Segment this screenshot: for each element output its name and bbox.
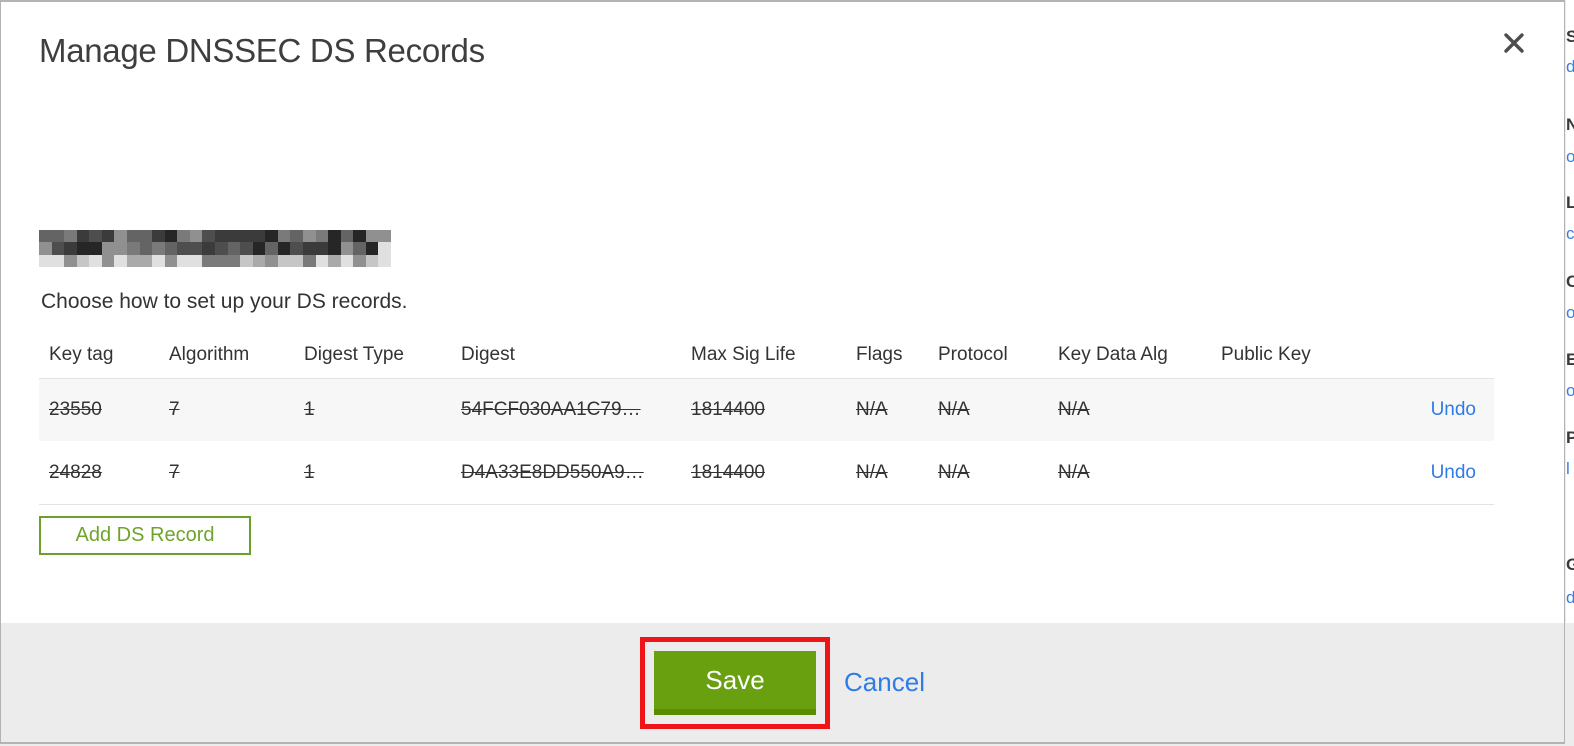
save-button[interactable]: Save [654, 650, 817, 715]
close-icon [1504, 33, 1524, 53]
cell-max-sig-life: 1814400 [691, 399, 765, 420]
cell-digest-type: 1 [304, 399, 315, 420]
col-header-key-tag: Key tag [49, 344, 114, 365]
dialog-footer: Save Cancel [1, 623, 1564, 742]
cell-key-data-alg: N/A [1058, 399, 1090, 420]
col-header-digest: Digest [461, 344, 515, 365]
table-row: 24828 7 1 D4A33E8DD550A9… 1814400 N/A N/… [39, 441, 1494, 505]
cell-algorithm: 7 [169, 461, 180, 483]
col-header-protocol: Protocol [938, 344, 1008, 365]
cell-protocol: N/A [938, 461, 970, 483]
cancel-link[interactable]: Cancel [844, 667, 925, 698]
close-button[interactable] [1497, 26, 1531, 60]
cell-key-tag: 23550 [49, 399, 102, 420]
col-header-digest-type: Digest Type [304, 344, 404, 365]
cell-max-sig-life: 1814400 [691, 461, 765, 483]
redacted-domain [39, 230, 391, 267]
manage-dnssec-dialog: Manage DNSSEC DS Records Choose how to s… [0, 0, 1565, 744]
cell-digest: 54FCF030AA1C79… [461, 399, 641, 420]
cell-flags: N/A [856, 399, 888, 420]
table-header-row: Key tag Algorithm Digest Type Digest Max… [39, 332, 1494, 379]
col-header-algorithm: Algorithm [169, 344, 250, 365]
dialog-subtitle: Choose how to set up your DS records. [41, 290, 408, 313]
undo-link[interactable]: Undo [1431, 462, 1476, 483]
cell-key-tag: 24828 [49, 461, 102, 483]
annotation-highlight-box: Save [640, 636, 831, 729]
add-ds-record-button[interactable]: Add DS Record [39, 516, 251, 555]
cell-protocol: N/A [938, 399, 970, 420]
col-header-public-key: Public Key [1221, 344, 1311, 365]
col-header-flags: Flags [856, 344, 903, 365]
cell-algorithm: 7 [169, 399, 180, 420]
cell-digest-type: 1 [304, 461, 315, 483]
undo-link[interactable]: Undo [1431, 399, 1476, 420]
cell-flags: N/A [856, 461, 888, 483]
col-header-max-sig-life: Max Sig Life [691, 344, 796, 365]
page-behind-fragments: SdNoLcCoEoPlGd [1566, 0, 1574, 623]
cell-key-data-alg: N/A [1058, 461, 1090, 483]
table-row: 23550 7 1 54FCF030AA1C79… 1814400 N/A N/… [39, 379, 1494, 441]
dialog-title: Manage DNSSEC DS Records [39, 32, 485, 69]
cell-digest: D4A33E8DD550A9… [461, 461, 644, 483]
col-header-key-data-alg: Key Data Alg [1058, 344, 1168, 365]
ds-records-table: Key tag Algorithm Digest Type Digest Max… [39, 332, 1494, 505]
